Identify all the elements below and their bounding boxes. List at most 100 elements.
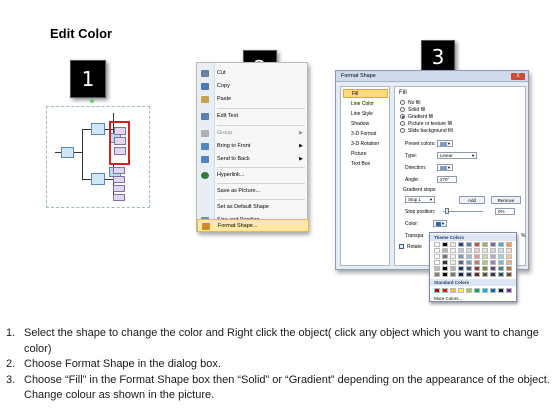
color-swatch[interactable]: [434, 288, 440, 293]
color-swatch[interactable]: [498, 288, 504, 293]
root-node[interactable]: [61, 147, 74, 158]
radio-gradient-fill[interactable]: [400, 114, 405, 119]
color-swatch[interactable]: [482, 266, 488, 271]
rotation-handle-icon[interactable]: [90, 99, 94, 103]
color-swatch[interactable]: [458, 272, 464, 277]
color-swatch[interactable]: [466, 248, 472, 253]
stop-dropdown[interactable]: Stop 1 ▼: [405, 196, 435, 203]
color-swatch[interactable]: [474, 254, 480, 259]
color-swatch[interactable]: [506, 288, 512, 293]
color-swatch[interactable]: [498, 266, 504, 271]
color-swatch[interactable]: [434, 242, 440, 247]
color-swatch[interactable]: [442, 272, 448, 277]
sidebar-item-picture[interactable]: Picture: [343, 150, 388, 159]
more-colors-link[interactable]: More Colors...: [434, 296, 462, 301]
color-swatch[interactable]: [466, 254, 472, 259]
menu-item-paste[interactable]: Paste: [197, 93, 309, 106]
direction-dropdown[interactable]: ▼: [437, 164, 453, 171]
menu-item-hyperlink[interactable]: Hyperlink...: [197, 169, 309, 182]
color-swatch[interactable]: [506, 254, 512, 259]
color-swatch[interactable]: [474, 248, 480, 253]
color-swatch[interactable]: [442, 242, 448, 247]
color-swatch[interactable]: [490, 242, 496, 247]
color-swatch[interactable]: [482, 272, 488, 277]
color-swatch[interactable]: [506, 242, 512, 247]
color-swatch[interactable]: [458, 242, 464, 247]
color-picker-button[interactable]: ▼: [433, 220, 447, 227]
menu-item-bring-to-front[interactable]: Bring to Front ▶: [197, 140, 309, 153]
color-swatch[interactable]: [434, 272, 440, 277]
color-swatch[interactable]: [506, 260, 512, 265]
color-swatch[interactable]: [442, 254, 448, 259]
radio-picture-fill[interactable]: [400, 121, 405, 126]
color-swatch[interactable]: [474, 266, 480, 271]
menu-item-group[interactable]: Group ▶: [197, 127, 309, 140]
radio-solid-fill[interactable]: [400, 107, 405, 112]
preset-colors-dropdown[interactable]: ▼: [437, 140, 453, 147]
color-swatch[interactable]: [482, 248, 488, 253]
color-swatch[interactable]: [490, 272, 496, 277]
color-swatch[interactable]: [474, 272, 480, 277]
color-swatch[interactable]: [458, 266, 464, 271]
color-swatch[interactable]: [466, 242, 472, 247]
color-swatch[interactable]: [450, 260, 456, 265]
color-swatch[interactable]: [506, 272, 512, 277]
sidebar-item-text-box[interactable]: Text Box: [343, 160, 388, 169]
color-swatch[interactable]: [474, 260, 480, 265]
sidebar-item-shadow[interactable]: Shadow: [343, 120, 388, 129]
sidebar-item-3d-rotation[interactable]: 3-D Rotation: [343, 140, 388, 149]
color-swatch[interactable]: [466, 260, 472, 265]
menu-item-save-as-picture[interactable]: Save as Picture...: [197, 185, 309, 198]
stop-position-input[interactable]: 0%: [495, 208, 515, 215]
color-swatch[interactable]: [490, 260, 496, 265]
color-swatch[interactable]: [490, 288, 496, 293]
color-swatch[interactable]: [458, 260, 464, 265]
color-swatch[interactable]: [490, 248, 496, 253]
sidebar-item-fill[interactable]: Fill: [343, 89, 388, 98]
color-swatch[interactable]: [442, 288, 448, 293]
color-swatch[interactable]: [474, 242, 480, 247]
color-swatch[interactable]: [490, 254, 496, 259]
color-swatch[interactable]: [434, 260, 440, 265]
color-swatch[interactable]: [442, 248, 448, 253]
menu-item-format-shape[interactable]: Format Shape...: [197, 219, 309, 232]
color-swatch[interactable]: [482, 260, 488, 265]
color-swatch[interactable]: [458, 254, 464, 259]
color-swatch[interactable]: [450, 248, 456, 253]
color-swatch[interactable]: [434, 266, 440, 271]
menu-item-edit-text[interactable]: Edit Text: [197, 110, 309, 123]
menu-item-set-default-shape[interactable]: Set as Default Shape: [197, 201, 309, 214]
color-swatch[interactable]: [434, 248, 440, 253]
menu-item-cut[interactable]: Cut: [197, 67, 309, 80]
color-swatch[interactable]: [458, 248, 464, 253]
color-swatch[interactable]: [482, 288, 488, 293]
color-swatch[interactable]: [450, 254, 456, 259]
color-swatch[interactable]: [466, 272, 472, 277]
color-swatch[interactable]: [498, 242, 504, 247]
color-swatch[interactable]: [450, 266, 456, 271]
color-swatch[interactable]: [506, 248, 512, 253]
child-node[interactable]: [91, 173, 105, 185]
color-swatch[interactable]: [450, 288, 456, 293]
rotate-checkbox[interactable]: [399, 244, 404, 249]
sidebar-item-line-color[interactable]: Line Color: [343, 100, 388, 109]
color-swatch[interactable]: [498, 254, 504, 259]
menu-item-send-to-back[interactable]: Send to Back ▶: [197, 153, 309, 166]
sidebar-item-line-style[interactable]: Line Style: [343, 110, 388, 119]
radio-slide-background-fill[interactable]: [400, 128, 405, 133]
stop-position-slider-handle[interactable]: [445, 208, 449, 214]
child-node[interactable]: [91, 123, 105, 135]
radio-no-fill[interactable]: [400, 100, 405, 105]
color-swatch[interactable]: [490, 266, 496, 271]
add-button[interactable]: Add: [459, 196, 485, 204]
color-swatch[interactable]: [482, 254, 488, 259]
color-swatch[interactable]: [458, 288, 464, 293]
menu-item-copy[interactable]: Copy: [197, 80, 309, 93]
close-button[interactable]: X: [511, 73, 525, 80]
sidebar-item-3d-format[interactable]: 3-D Format: [343, 130, 388, 139]
color-swatch[interactable]: [450, 242, 456, 247]
type-dropdown[interactable]: Linear ▼: [437, 152, 477, 159]
color-swatch[interactable]: [450, 272, 456, 277]
color-swatch[interactable]: [434, 254, 440, 259]
color-swatch[interactable]: [498, 248, 504, 253]
